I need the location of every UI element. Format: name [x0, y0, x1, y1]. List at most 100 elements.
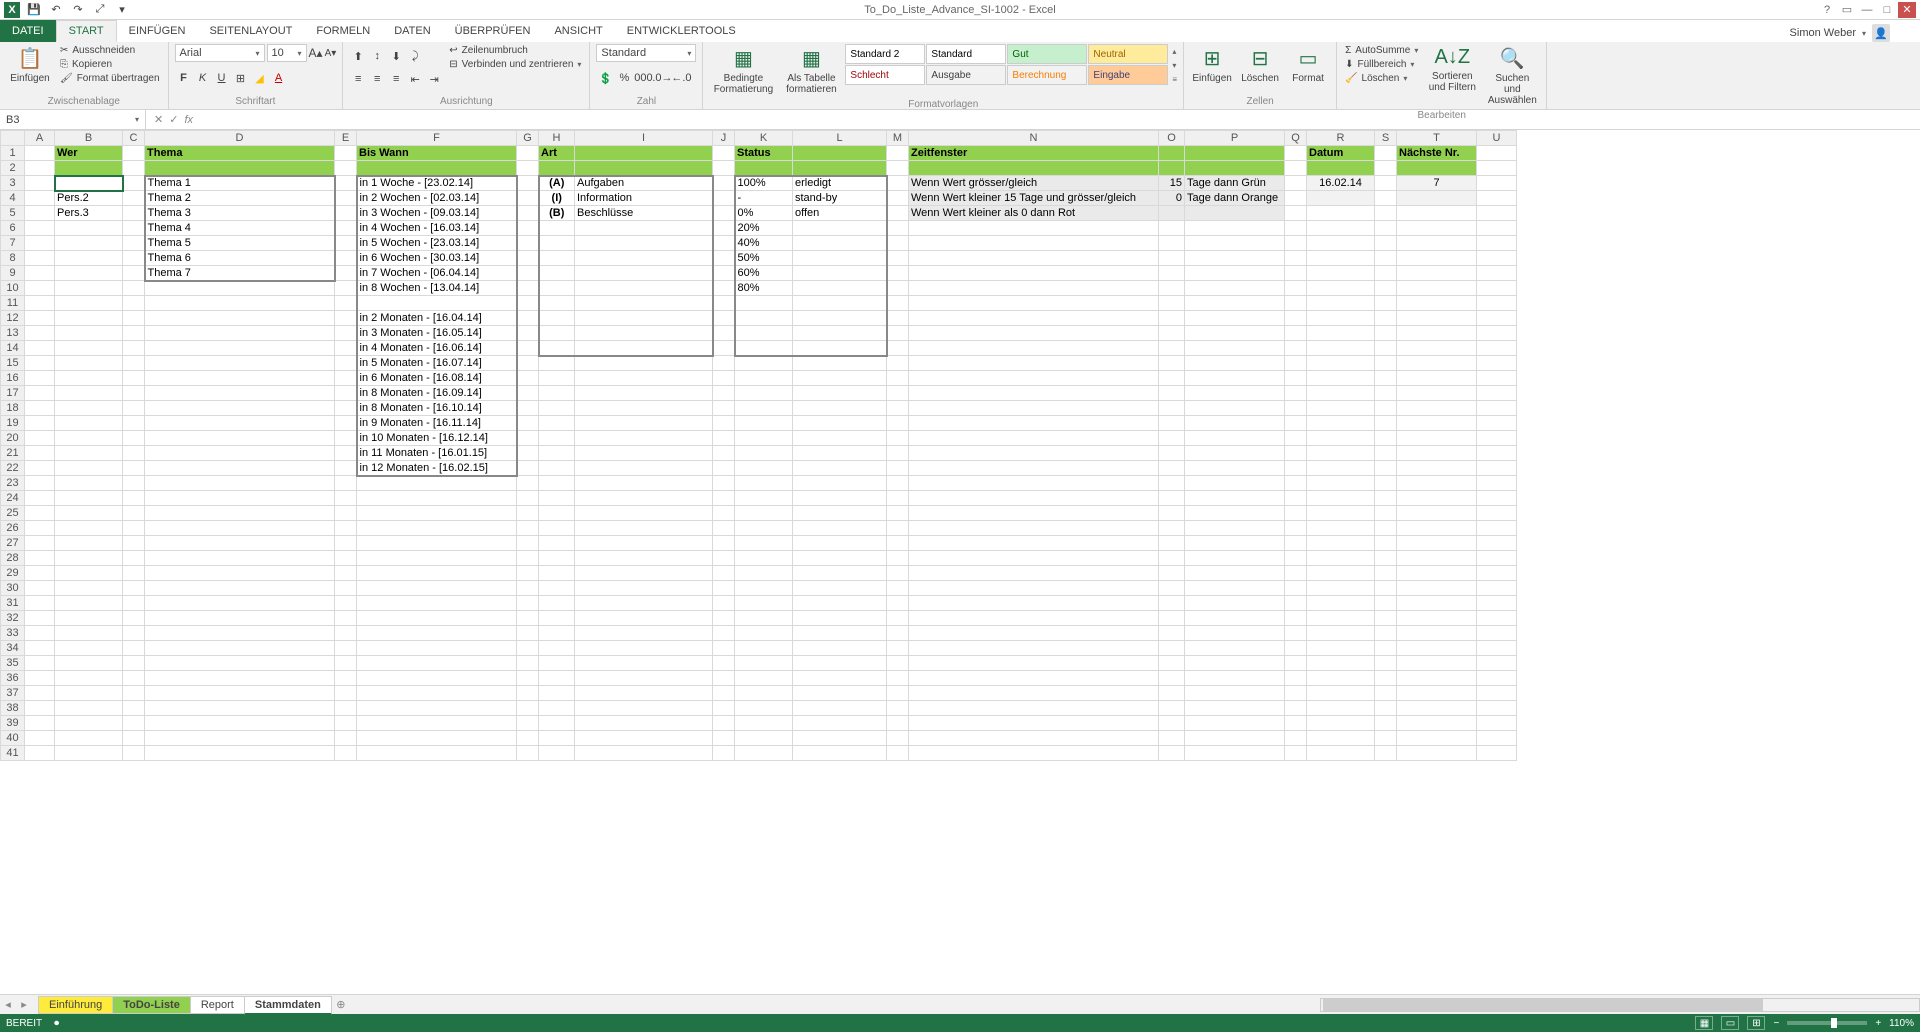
cell[interactable] — [793, 596, 887, 611]
cell[interactable] — [1477, 506, 1517, 521]
cell[interactable] — [887, 686, 909, 701]
normal-view-icon[interactable]: ▦ — [1695, 1016, 1713, 1030]
cell[interactable] — [1477, 446, 1517, 461]
row-header[interactable]: 28 — [1, 551, 25, 566]
cell[interactable] — [887, 296, 909, 311]
cell[interactable] — [1185, 551, 1285, 566]
cell[interactable] — [735, 416, 793, 431]
cell[interactable] — [1285, 191, 1307, 206]
col-header[interactable]: O — [1159, 131, 1185, 146]
cell[interactable] — [357, 296, 517, 311]
cell[interactable] — [145, 296, 335, 311]
row-header[interactable]: 6 — [1, 221, 25, 236]
cell[interactable] — [517, 611, 539, 626]
cell[interactable] — [887, 341, 909, 356]
cell[interactable] — [1477, 326, 1517, 341]
cell[interactable] — [1397, 461, 1477, 476]
cell[interactable] — [25, 521, 55, 536]
undo-icon[interactable]: ↶ — [48, 2, 64, 18]
cell[interactable] — [145, 446, 335, 461]
cell[interactable] — [25, 626, 55, 641]
cell[interactable] — [1375, 176, 1397, 191]
cell[interactable] — [1375, 251, 1397, 266]
cell[interactable] — [909, 671, 1159, 686]
cell[interactable] — [357, 641, 517, 656]
cell[interactable] — [713, 206, 735, 221]
cell[interactable] — [713, 611, 735, 626]
cell[interactable] — [575, 251, 713, 266]
align-left-icon[interactable]: ≡ — [349, 70, 367, 88]
cell[interactable]: (B) — [539, 206, 575, 221]
cell[interactable] — [575, 221, 713, 236]
row-header[interactable]: 14 — [1, 341, 25, 356]
cell[interactable] — [1375, 266, 1397, 281]
cell[interactable] — [539, 611, 575, 626]
cell[interactable] — [357, 731, 517, 746]
cell[interactable] — [887, 461, 909, 476]
cell[interactable] — [793, 251, 887, 266]
row-header[interactable]: 2 — [1, 161, 25, 176]
cell[interactable] — [887, 566, 909, 581]
cell[interactable] — [793, 716, 887, 731]
cell[interactable] — [335, 251, 357, 266]
fx-icon[interactable]: fx — [184, 114, 193, 126]
page-break-view-icon[interactable]: ⊞ — [1747, 1016, 1765, 1030]
tab-seitenlayout[interactable]: SEITENLAYOUT — [197, 20, 304, 42]
cell[interactable] — [1375, 626, 1397, 641]
cell[interactable] — [539, 341, 575, 356]
cell[interactable] — [335, 176, 357, 191]
cell[interactable] — [1397, 476, 1477, 491]
cell[interactable] — [1185, 251, 1285, 266]
cell[interactable] — [1159, 281, 1185, 296]
cell[interactable] — [1185, 371, 1285, 386]
cell[interactable] — [1397, 341, 1477, 356]
cell[interactable] — [25, 746, 55, 761]
cell[interactable] — [1397, 581, 1477, 596]
cell[interactable] — [517, 566, 539, 581]
cell[interactable] — [735, 671, 793, 686]
cell[interactable] — [1397, 191, 1477, 206]
cell[interactable] — [575, 371, 713, 386]
cell[interactable] — [1159, 326, 1185, 341]
cell[interactable] — [887, 176, 909, 191]
cell[interactable] — [1375, 731, 1397, 746]
cell[interactable] — [25, 191, 55, 206]
cell[interactable] — [25, 221, 55, 236]
cell[interactable] — [887, 656, 909, 671]
zoom-in-icon[interactable]: + — [1875, 1018, 1881, 1029]
cell[interactable] — [539, 461, 575, 476]
row-header[interactable]: 7 — [1, 236, 25, 251]
cell[interactable] — [25, 431, 55, 446]
cell[interactable] — [145, 326, 335, 341]
cell[interactable] — [1477, 611, 1517, 626]
cell[interactable] — [1185, 686, 1285, 701]
thousand-icon[interactable]: 000 — [634, 69, 652, 87]
cell[interactable] — [539, 746, 575, 761]
cell[interactable]: in 5 Wochen - [23.03.14] — [357, 236, 517, 251]
indent-increase-icon[interactable]: ⇥ — [425, 70, 443, 88]
cell[interactable] — [1159, 416, 1185, 431]
styles-up-icon[interactable]: ▴ — [1172, 47, 1177, 56]
cell[interactable] — [909, 596, 1159, 611]
cell[interactable] — [357, 491, 517, 506]
row-header[interactable]: 17 — [1, 386, 25, 401]
cell[interactable] — [909, 446, 1159, 461]
cell[interactable] — [335, 431, 357, 446]
col-header[interactable]: J — [713, 131, 735, 146]
cell[interactable] — [517, 731, 539, 746]
cell[interactable] — [539, 476, 575, 491]
cell[interactable] — [1159, 161, 1185, 176]
cell[interactable] — [909, 326, 1159, 341]
cell[interactable] — [793, 446, 887, 461]
cell[interactable] — [123, 581, 145, 596]
cell[interactable] — [1307, 671, 1375, 686]
bold-button[interactable]: F — [175, 69, 193, 87]
cell[interactable] — [1185, 476, 1285, 491]
cell[interactable] — [357, 746, 517, 761]
cell[interactable] — [1159, 251, 1185, 266]
page-layout-view-icon[interactable]: ▭ — [1721, 1016, 1739, 1030]
underline-button[interactable]: U — [213, 69, 231, 87]
cell[interactable] — [575, 581, 713, 596]
cell[interactable] — [1477, 146, 1517, 161]
cell[interactable] — [25, 446, 55, 461]
